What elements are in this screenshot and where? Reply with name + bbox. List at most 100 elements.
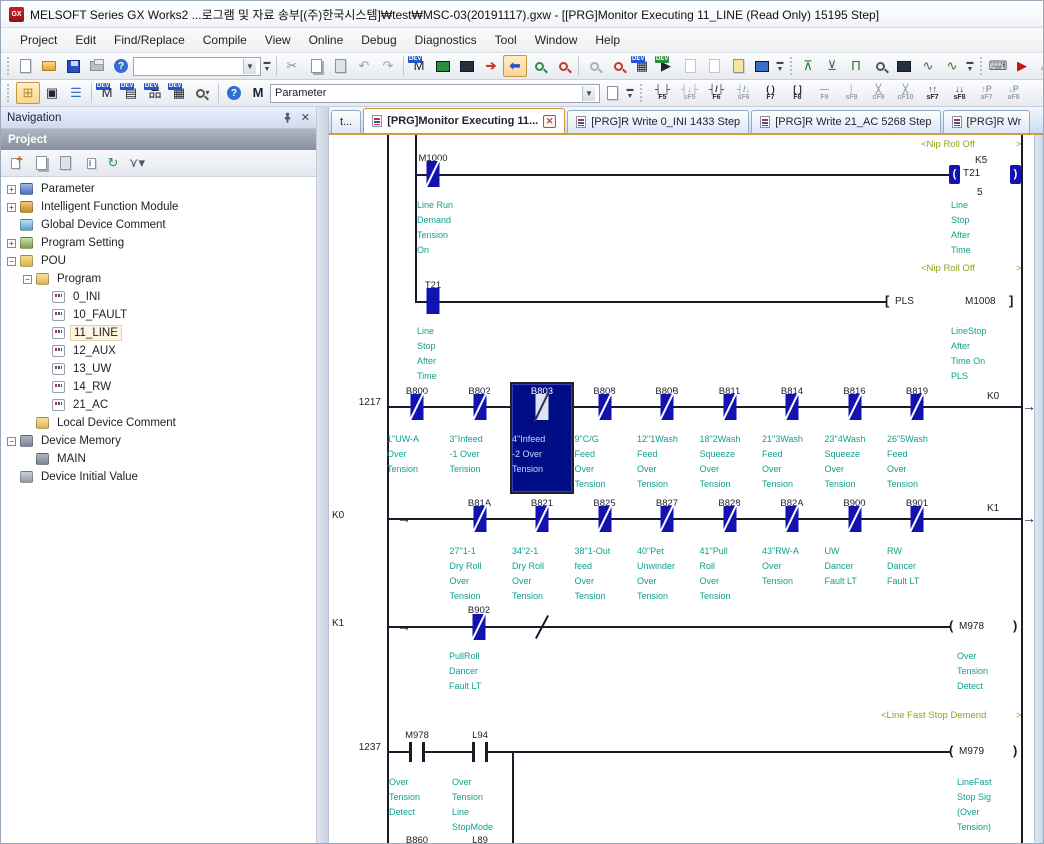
ladder-symbol-aF7[interactable]: ↑PaF7 bbox=[973, 81, 1000, 105]
ladder-symbol-sF8[interactable]: ↓↓sF8 bbox=[946, 81, 973, 105]
diagnostics-icon[interactable] bbox=[551, 55, 575, 77]
key-setting-icon[interactable]: ⌨ bbox=[986, 55, 1010, 77]
vertical-scrollbar[interactable] bbox=[1034, 135, 1043, 844]
device-register-icon[interactable]: DEV▶ bbox=[654, 55, 678, 77]
task-list-icon[interactable]: ☰ bbox=[64, 82, 88, 104]
screen-monitor-icon[interactable] bbox=[892, 55, 916, 77]
copy-icon[interactable] bbox=[29, 152, 53, 174]
tree-item-parameter[interactable]: +Parameter bbox=[1, 180, 316, 198]
menu-online[interactable]: Online bbox=[300, 30, 353, 50]
device-search-icon[interactable]: ▾ bbox=[191, 82, 215, 104]
ladder-symbol-sF7[interactable]: ↑↑sF7 bbox=[919, 81, 946, 105]
chevron-down-icon[interactable]: ▼ bbox=[582, 86, 595, 101]
menu-project[interactable]: Project bbox=[11, 30, 66, 50]
pin-icon[interactable] bbox=[282, 112, 293, 123]
program-monitor-icon[interactable] bbox=[431, 55, 455, 77]
contact-B80B[interactable] bbox=[661, 394, 674, 420]
contact-B800[interactable] bbox=[411, 394, 424, 420]
contact-B814[interactable] bbox=[786, 394, 799, 420]
ladder-symbol-sF6[interactable]: ┤/↓sF6 bbox=[730, 81, 757, 105]
verify-with-plc-icon[interactable] bbox=[527, 55, 551, 77]
coil-open-paren[interactable]: ( bbox=[949, 165, 960, 184]
ladder-symbol-F6[interactable]: ┤/├F6 bbox=[703, 81, 730, 105]
tree-item-device-initial-value[interactable]: Device Initial Value bbox=[1, 468, 316, 486]
comment-edit-icon[interactable] bbox=[726, 55, 750, 77]
menu-find-replace[interactable]: Find/Replace bbox=[105, 30, 194, 50]
tab-prg-r-write-0-ini-1433-step[interactable]: [PRG]R Write 0_INI 1433 Step bbox=[567, 110, 749, 133]
close-tab-icon[interactable]: ✕ bbox=[543, 115, 556, 128]
tree-item-21-ac[interactable]: 21_AC bbox=[1, 396, 316, 414]
contact-B803[interactable] bbox=[536, 394, 549, 420]
expand-icon[interactable]: + bbox=[7, 185, 16, 194]
warning-icon[interactable]: ⚠ bbox=[1034, 55, 1043, 77]
contact-B81A[interactable] bbox=[473, 506, 486, 532]
open-project-icon[interactable] bbox=[37, 55, 61, 77]
toolbar-overflow-icon[interactable]: ▬▼ bbox=[774, 55, 786, 77]
collapse-icon[interactable]: − bbox=[23, 275, 32, 284]
tree-item-11-line[interactable]: 11_LINE bbox=[1, 324, 316, 342]
tab-prg-r-write-21-ac-5268-step[interactable]: [PRG]R Write 21_AC 5268 Step bbox=[751, 110, 940, 133]
device-list-icon[interactable] bbox=[606, 55, 630, 77]
toolbar-grip[interactable] bbox=[640, 84, 645, 102]
tree-item-program-setting[interactable]: +Program Setting bbox=[1, 234, 316, 252]
toolbar-grip[interactable] bbox=[790, 57, 792, 75]
toolbar-grip[interactable] bbox=[980, 57, 982, 75]
ladder-canvas[interactable]: <Nip Roll Off > M1000 Line RunDemand Ten… bbox=[329, 135, 1043, 844]
contact-B902[interactable] bbox=[473, 614, 486, 640]
tree-item-pou[interactable]: −POU bbox=[1, 252, 316, 270]
menu-edit[interactable]: Edit bbox=[66, 30, 105, 50]
tab-t[interactable]: t... bbox=[331, 110, 361, 133]
pulse-monitor-icon[interactable]: Π bbox=[844, 55, 868, 77]
write-to-plc-icon[interactable]: ➔ bbox=[479, 55, 503, 77]
ladder-symbol-F5[interactable]: ┤ ├F5 bbox=[649, 81, 676, 105]
collapse-icon[interactable]: − bbox=[7, 257, 16, 266]
forward-icon[interactable] bbox=[702, 55, 726, 77]
trend-graph2-icon[interactable]: ∿ bbox=[940, 55, 964, 77]
undo-icon[interactable]: ↶ bbox=[352, 55, 376, 77]
tree-item-10-fault[interactable]: 10_FAULT bbox=[1, 306, 316, 324]
contact-B821[interactable] bbox=[536, 506, 549, 532]
device-batch-icon[interactable]: DEV▤ bbox=[119, 82, 143, 104]
stop-monitor-icon[interactable]: ⊻ bbox=[820, 55, 844, 77]
print-icon[interactable] bbox=[85, 55, 109, 77]
contact-B827[interactable] bbox=[661, 506, 674, 532]
tree-item-14-rw[interactable]: 14_RW bbox=[1, 378, 316, 396]
contact-B828[interactable] bbox=[723, 506, 736, 532]
contact-B811[interactable] bbox=[723, 394, 736, 420]
tree-item-device-memory[interactable]: −Device Memory bbox=[1, 432, 316, 450]
device-display-icon[interactable]: DEV▦ bbox=[630, 55, 654, 77]
toolbar-overflow-icon[interactable]: ▬▼ bbox=[624, 82, 636, 104]
tree-item-program[interactable]: −Program bbox=[1, 270, 316, 288]
redo-icon[interactable]: ↷ bbox=[376, 55, 400, 77]
tree-item-12-aux[interactable]: 12_AUX bbox=[1, 342, 316, 360]
contact-B901[interactable] bbox=[911, 506, 924, 532]
copy-icon[interactable] bbox=[304, 55, 328, 77]
back-icon[interactable] bbox=[678, 55, 702, 77]
menu-view[interactable]: View bbox=[256, 30, 300, 50]
navigation-window-icon[interactable]: ⊞ bbox=[16, 82, 40, 104]
hw-monitor-icon[interactable] bbox=[455, 55, 479, 77]
cut-icon[interactable]: ✂ bbox=[280, 55, 304, 77]
contact-B900[interactable] bbox=[848, 506, 861, 532]
ladder-symbol-aF8[interactable]: ↓PaF8 bbox=[1000, 81, 1027, 105]
contact-M978[interactable] bbox=[409, 742, 425, 762]
tree-item-0-ini[interactable]: 0_INI bbox=[1, 288, 316, 306]
ladder-symbol-sF9[interactable]: │sF9 bbox=[838, 81, 865, 105]
read-from-plc-icon[interactable]: ⬅ bbox=[503, 55, 527, 77]
ladder-symbol-cF9[interactable]: ╳cF9 bbox=[865, 81, 892, 105]
tab-prg-monitor-executing-11[interactable]: [PRG]Monitor Executing 11...✕ bbox=[363, 108, 565, 133]
sort-filter-icon[interactable]: ⋎▾ bbox=[125, 152, 149, 174]
toolbar-overflow-icon[interactable]: ▬▼ bbox=[964, 55, 976, 77]
ladder-symbol-sF5[interactable]: ┤↓├sF5 bbox=[676, 81, 703, 105]
menu-window[interactable]: Window bbox=[526, 30, 587, 50]
help-icon[interactable]: ? bbox=[109, 55, 133, 77]
tree-item-global-device-comment[interactable]: Global Device Comment bbox=[1, 216, 316, 234]
toolbar-overflow-icon[interactable]: ▬▼ bbox=[261, 55, 273, 77]
contact-T21[interactable] bbox=[427, 288, 440, 314]
refresh-icon[interactable]: ↻ bbox=[101, 152, 125, 174]
menu-debug[interactable]: Debug bbox=[352, 30, 405, 50]
function-block-icon[interactable]: ▣ bbox=[40, 82, 64, 104]
paste-icon[interactable] bbox=[53, 152, 77, 174]
new-item-icon[interactable]: ✚ bbox=[5, 152, 29, 174]
collapse-icon[interactable]: − bbox=[7, 437, 16, 446]
